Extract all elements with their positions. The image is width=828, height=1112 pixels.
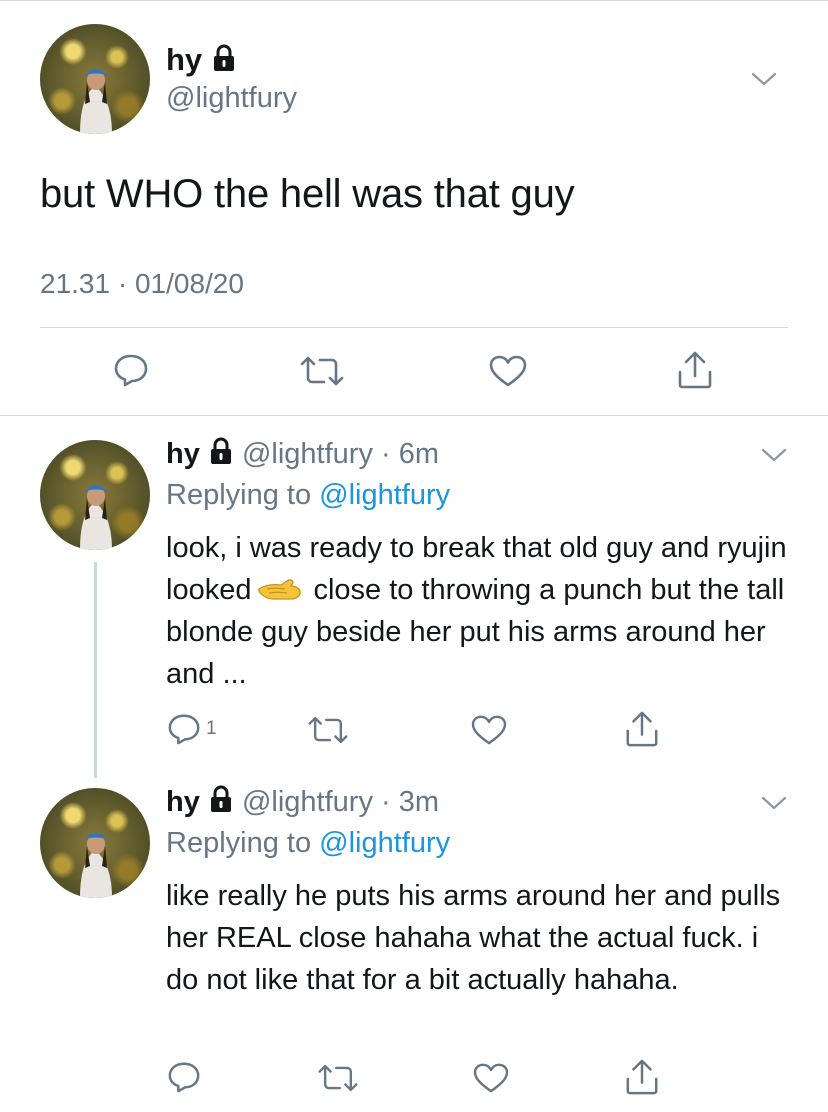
share-button[interactable] <box>624 710 660 748</box>
handle-and-time: @lightfury · 3m <box>241 786 440 818</box>
chevron-down-icon[interactable] <box>760 794 788 812</box>
display-name: hy <box>166 438 200 470</box>
avatar[interactable] <box>40 24 150 134</box>
retweet-icon <box>318 1064 358 1092</box>
like-button[interactable] <box>472 1062 510 1094</box>
lock-icon <box>213 44 234 71</box>
reply-header[interactable]: hy @lightfury · 3m <box>166 785 439 819</box>
share-button[interactable] <box>676 350 714 390</box>
avatar[interactable] <box>40 440 150 550</box>
display-name-text: hy <box>166 42 203 77</box>
replying-to: Replying to @lightfury <box>166 827 450 860</box>
retweet-button[interactable] <box>298 354 346 388</box>
reply-icon <box>168 714 200 745</box>
pinching-hand-emoji <box>258 579 302 600</box>
replying-to-label: Replying to <box>166 479 320 511</box>
top-border <box>0 0 828 1</box>
retweet-button[interactable] <box>306 714 350 746</box>
thread-line <box>94 562 97 778</box>
retweet-button[interactable] <box>316 1062 360 1094</box>
reply-header[interactable]: hy @lightfury · 6m <box>166 437 439 471</box>
retweet-icon <box>308 716 348 744</box>
like-icon <box>489 355 527 387</box>
like-icon <box>473 1063 509 1093</box>
tweet-timestamp[interactable]: 21.31 · 01/08/20 <box>40 268 244 300</box>
reply-button[interactable]: 1 <box>166 712 217 746</box>
mention-link[interactable]: @lightfury <box>319 479 450 511</box>
share-icon <box>678 351 712 389</box>
like-button[interactable] <box>470 714 508 746</box>
divider <box>0 415 828 416</box>
reply-button[interactable] <box>112 352 150 388</box>
lock-icon <box>210 785 231 812</box>
display-name[interactable]: hy <box>166 42 237 78</box>
divider <box>40 327 788 328</box>
reply-icon <box>114 354 148 387</box>
replying-to-label: Replying to <box>166 827 320 859</box>
share-button[interactable] <box>624 1058 660 1096</box>
avatar[interactable] <box>40 788 150 898</box>
share-icon <box>626 1059 658 1095</box>
handle[interactable]: @lightfury <box>166 82 297 115</box>
handle-and-time: @lightfury · 6m <box>241 438 440 470</box>
retweet-icon <box>300 356 344 386</box>
share-icon <box>626 711 658 747</box>
replying-to: Replying to @lightfury <box>166 479 450 512</box>
reply-text: like really he puts his arms around her … <box>166 880 781 996</box>
reply-count: 1 <box>206 718 217 739</box>
display-name: hy <box>166 786 200 818</box>
tweet-text: but WHO the hell was that guy <box>40 172 575 216</box>
like-button[interactable] <box>488 354 528 388</box>
reply-text: look, i was ready to break that old guy … <box>166 527 796 695</box>
lock-icon <box>210 437 231 464</box>
mention-link[interactable]: @lightfury <box>319 827 450 859</box>
chevron-down-icon[interactable] <box>760 446 788 464</box>
reply-icon <box>168 1062 200 1093</box>
reply-button[interactable] <box>166 1060 202 1094</box>
chevron-down-icon[interactable] <box>750 70 778 88</box>
like-icon <box>471 715 507 745</box>
